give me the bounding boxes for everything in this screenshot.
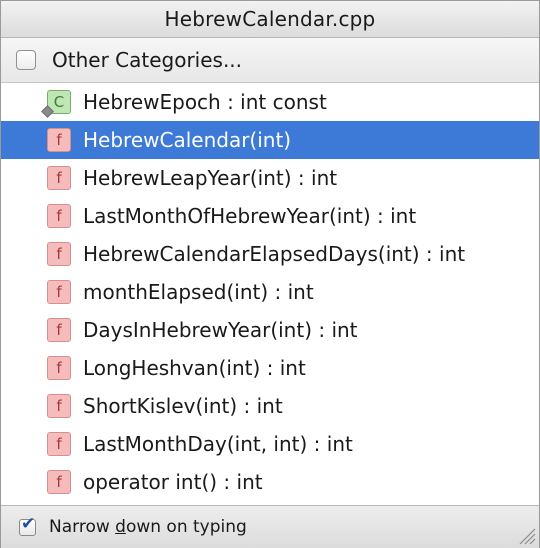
popup-title: HebrewCalendar.cpp xyxy=(1,1,539,38)
function-icon: f xyxy=(47,280,71,304)
list-item-label: ShortKislev(int) : int xyxy=(83,394,283,418)
list-item-label: LongHeshvan(int) : int xyxy=(83,356,306,380)
other-categories-label: Other Categories... xyxy=(52,48,243,72)
narrow-down-label-prefix: Narrow xyxy=(49,517,116,537)
function-icon: f xyxy=(47,470,71,494)
footer-bar: ✔ Narrow down on typing xyxy=(1,505,539,548)
structure-popup-window: HebrewCalendar.cpp Other Categories... C… xyxy=(0,0,540,548)
function-icon: f xyxy=(47,318,71,342)
list-item-label: operator int() : int xyxy=(83,470,263,494)
list-item-label: monthElapsed(int) : int xyxy=(83,280,314,304)
function-icon: f xyxy=(47,204,71,228)
list-item[interactable]: f ShortKislev(int) : int xyxy=(1,387,539,425)
list-item[interactable]: f DaysInHebrewYear(int) : int xyxy=(1,311,539,349)
narrow-down-checkbox[interactable]: ✔ xyxy=(19,513,36,536)
list-item-label: DaysInHebrewYear(int) : int xyxy=(83,318,358,342)
function-icon: f xyxy=(47,242,71,266)
list-item-label: HebrewLeapYear(int) : int xyxy=(83,166,338,190)
list-item-label: HebrewEpoch : int const xyxy=(83,90,327,114)
narrow-down-label[interactable]: Narrow down on typing xyxy=(49,517,247,537)
list-item-label: LastMonthDay(int, int) : int xyxy=(83,432,353,456)
function-icon: f xyxy=(47,432,71,456)
list-item-label: LastMonthOfHebrewYear(int) : int xyxy=(83,204,417,228)
list-item[interactable]: f operator int() : int xyxy=(1,463,539,501)
list-item-selected[interactable]: f HebrewCalendar(int) xyxy=(1,121,539,159)
static-member-marker-icon xyxy=(41,105,54,118)
list-item[interactable]: f LastMonthDay(int, int) : int xyxy=(1,425,539,463)
list-item[interactable]: f LastMonthOfHebrewYear(int) : int xyxy=(1,197,539,235)
narrow-down-mnemonic: d xyxy=(115,517,126,537)
function-icon: f xyxy=(47,128,71,152)
list-item[interactable]: C HebrewEpoch : int const xyxy=(1,83,539,121)
list-item[interactable]: f LongHeshvan(int) : int xyxy=(1,349,539,387)
other-categories-row[interactable]: Other Categories... xyxy=(1,38,539,83)
class-constant-icon: C xyxy=(41,90,71,118)
function-icon: f xyxy=(47,394,71,418)
member-list[interactable]: C HebrewEpoch : int const f HebrewCalend… xyxy=(1,83,539,505)
list-item[interactable]: f HebrewCalendarElapsedDays(int) : int xyxy=(1,235,539,273)
resize-grip-icon[interactable] xyxy=(514,523,536,545)
function-icon: f xyxy=(47,356,71,380)
list-item-label: HebrewCalendar(int) xyxy=(83,128,292,152)
list-item-label: HebrewCalendarElapsedDays(int) : int xyxy=(83,242,466,266)
list-item[interactable]: f monthElapsed(int) : int xyxy=(1,273,539,311)
function-icon: f xyxy=(47,166,71,190)
narrow-down-label-suffix: own on typing xyxy=(125,517,247,537)
other-categories-checkbox[interactable] xyxy=(16,50,36,70)
checkmark-icon: ✔ xyxy=(21,513,36,534)
list-item[interactable]: f HebrewLeapYear(int) : int xyxy=(1,159,539,197)
